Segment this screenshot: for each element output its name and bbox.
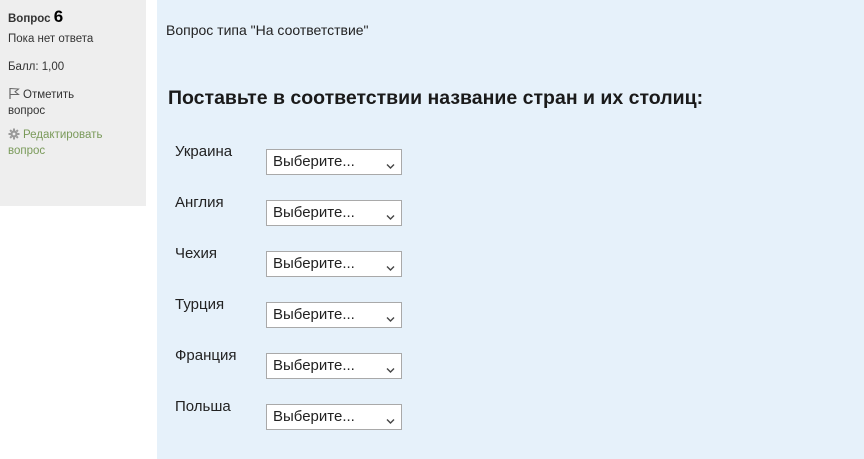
match-row-czechia: Чехия Выберите...	[175, 245, 575, 277]
country-label: Турция	[175, 296, 225, 313]
flag-icon	[8, 88, 23, 101]
question-prompt: Поставьте в соответствии название стран …	[168, 87, 704, 109]
country-label: Польша	[175, 398, 231, 415]
gear-icon	[8, 128, 23, 141]
select-value: Выберите...	[273, 306, 355, 323]
match-row-poland: Польша Выберите...	[175, 398, 575, 430]
question-number-row: Вопрос 6	[8, 7, 146, 31]
match-row-turkey: Турция Выберите...	[175, 296, 575, 328]
chevron-down-icon	[386, 208, 395, 226]
edit-question-link[interactable]: Редактировать вопрос	[8, 127, 146, 159]
question-label: Вопрос	[8, 13, 51, 25]
capital-select[interactable]: Выберите...	[266, 200, 402, 226]
chevron-down-icon	[386, 412, 395, 430]
question-content: Вопрос типа "На соответствие" Поставьте …	[157, 0, 864, 459]
question-info-panel: Вопрос 6 Пока нет ответа Балл: 1,00 Отме…	[0, 0, 146, 206]
answer-status: Пока нет ответа	[8, 33, 94, 45]
question-score: Балл: 1,00	[8, 61, 65, 73]
chevron-down-icon	[386, 310, 395, 328]
select-value: Выберите...	[273, 408, 355, 425]
chevron-down-icon	[386, 361, 395, 379]
edit-label-line2: вопрос	[8, 145, 46, 157]
country-label: Чехия	[175, 245, 218, 262]
flag-question-link[interactable]: Отметить вопрос	[8, 87, 146, 119]
question-number: 6	[53, 7, 64, 26]
country-label: Украина	[175, 143, 233, 160]
country-label: Франция	[175, 347, 237, 364]
match-row-france: Франция Выберите...	[175, 347, 575, 379]
select-value: Выберите...	[273, 153, 355, 170]
capital-select[interactable]: Выберите...	[266, 251, 402, 277]
match-row-ukraine: Украина Выберите...	[175, 143, 575, 175]
match-row-england: Англия Выберите...	[175, 194, 575, 226]
capital-select[interactable]: Выберите...	[266, 149, 402, 175]
edit-label-line1: Редактировать	[23, 129, 103, 141]
country-label: Англия	[175, 194, 224, 211]
flag-label-line1: Отметить	[23, 89, 75, 101]
capital-select[interactable]: Выберите...	[266, 302, 402, 328]
capital-select[interactable]: Выберите...	[266, 404, 402, 430]
chevron-down-icon	[386, 157, 395, 175]
select-value: Выберите...	[273, 357, 355, 374]
select-value: Выберите...	[273, 204, 355, 221]
question-type-text: Вопрос типа "На соответствие"	[166, 22, 369, 38]
select-value: Выберите...	[273, 255, 355, 272]
chevron-down-icon	[386, 259, 395, 277]
flag-label-line2: вопрос	[8, 105, 46, 117]
capital-select[interactable]: Выберите...	[266, 353, 402, 379]
